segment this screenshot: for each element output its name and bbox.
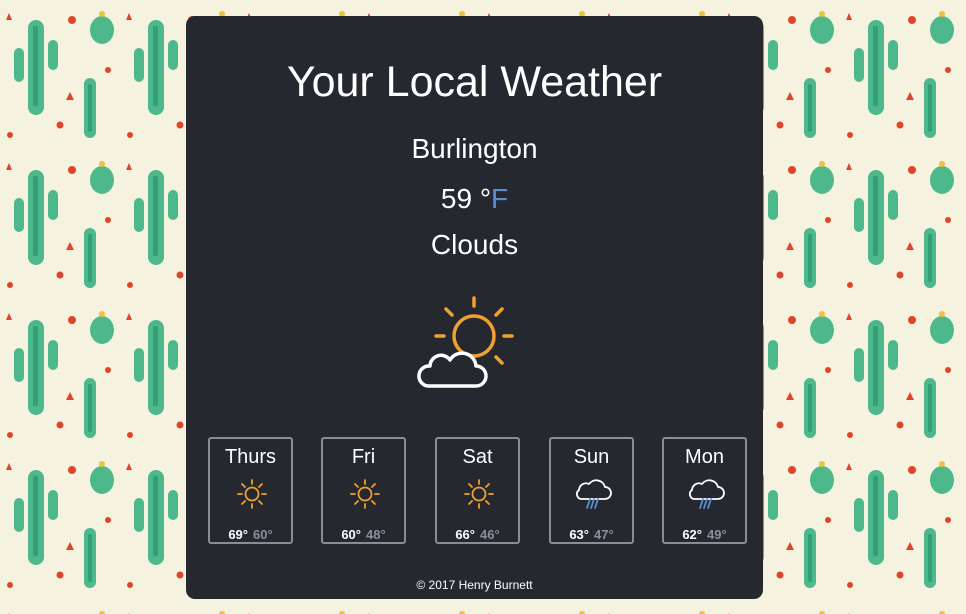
forecast-low-temp: 49° xyxy=(707,527,727,542)
degree-symbol: ° xyxy=(479,183,492,214)
forecast-list: Thurs 69° 60° Fri 60° 48° Sat 66° 46° Sun 63° 47° Mo… xyxy=(208,437,748,547)
current-temperature: 59 °F xyxy=(186,183,763,215)
rain-cloud-icon xyxy=(686,477,725,511)
weather-condition: Clouds xyxy=(430,229,519,260)
city-name: Burlington xyxy=(411,133,538,164)
forecast-day-name: Thurs xyxy=(224,446,277,468)
forecast-day-card: Fri 60° 48° xyxy=(321,437,406,544)
sun-icon xyxy=(235,477,269,511)
footer-copyright: © 2017 Henry Burnett xyxy=(416,578,533,592)
forecast-day-card: Thurs 69° 60° xyxy=(208,437,293,544)
weather-card: Your Local Weather Burlington 59 °F Clou… xyxy=(186,16,763,599)
forecast-day-name: Sat xyxy=(462,446,493,468)
forecast-low-temp: 46° xyxy=(480,527,500,542)
partly-cloudy-icon xyxy=(417,296,514,388)
page-title: Your Local Weather xyxy=(286,58,663,106)
forecast-temps: 60° 48° xyxy=(323,527,404,542)
forecast-temps: 62° 49° xyxy=(664,527,745,542)
unit-toggle[interactable]: F xyxy=(491,183,508,214)
forecast-day-name: Mon xyxy=(685,446,724,468)
forecast-day-name: Sun xyxy=(573,446,610,468)
sun-icon xyxy=(462,477,496,511)
forecast-day-card: Mon 62° 49° xyxy=(662,437,747,544)
forecast-high-temp: 66° xyxy=(455,527,475,542)
forecast-low-temp: 48° xyxy=(366,527,386,542)
forecast-high-temp: 62° xyxy=(682,527,702,542)
rain-cloud-icon xyxy=(573,477,612,511)
forecast-low-temp: 60° xyxy=(253,527,273,542)
forecast-low-temp: 47° xyxy=(594,527,614,542)
forecast-high-temp: 60° xyxy=(341,527,361,542)
sun-icon xyxy=(348,477,382,511)
forecast-temps: 69° 60° xyxy=(210,527,291,542)
forecast-day-card: Sun 63° 47° xyxy=(549,437,634,544)
forecast-day-card: Sat 66° 46° xyxy=(435,437,520,544)
forecast-temps: 66° 46° xyxy=(437,527,518,542)
forecast-day-name: Fri xyxy=(351,446,376,468)
forecast-high-temp: 69° xyxy=(228,527,248,542)
temperature-value: 59 xyxy=(440,183,473,214)
forecast-temps: 63° 47° xyxy=(551,527,632,542)
forecast-high-temp: 63° xyxy=(569,527,589,542)
